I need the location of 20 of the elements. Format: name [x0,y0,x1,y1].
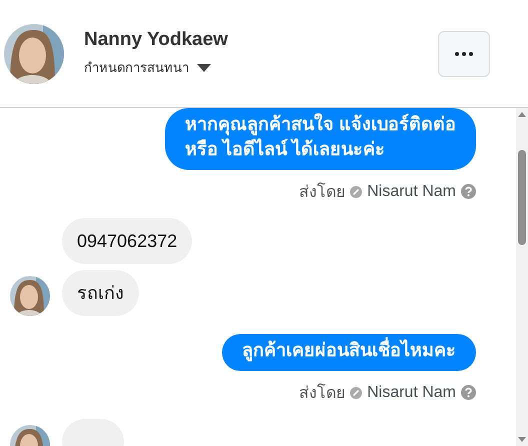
sent-by-label: ส่งโดย [299,382,346,404]
more-icon [455,52,473,56]
help-icon[interactable] [461,184,476,199]
sender-name: Nisarut Nam [367,384,456,402]
sent-message: ลูกค้าเคยผ่อนสินเชื่อไหมคะ [222,334,476,371]
blocked-icon [350,186,362,198]
contact-name: Nanny Yodkaew [84,29,229,51]
scrollbar-thumb[interactable] [518,150,526,244]
received-message: 0947062372 [62,218,192,264]
dropdown-caret-icon[interactable] [197,64,211,72]
conversation-settings-link[interactable]: กำหนดการสนทนา [84,57,189,78]
sender-name: Nisarut Nam [367,182,456,200]
scroll-up-icon[interactable] [518,112,526,117]
sent-message: หากคุณลูกค้าสนใจ แจ้งเบอร์ติดต่อ หรือ ไอดีไลน์ ได้เลยนะค่ะ [164,108,476,170]
blocked-icon [350,386,362,398]
scroll-down-icon[interactable] [518,437,526,442]
sent-by-label: ส่งโดย [299,182,346,203]
help-icon[interactable] [461,385,476,400]
scrollbar[interactable] [516,108,528,446]
received-message: รถเก่ง [62,270,139,316]
